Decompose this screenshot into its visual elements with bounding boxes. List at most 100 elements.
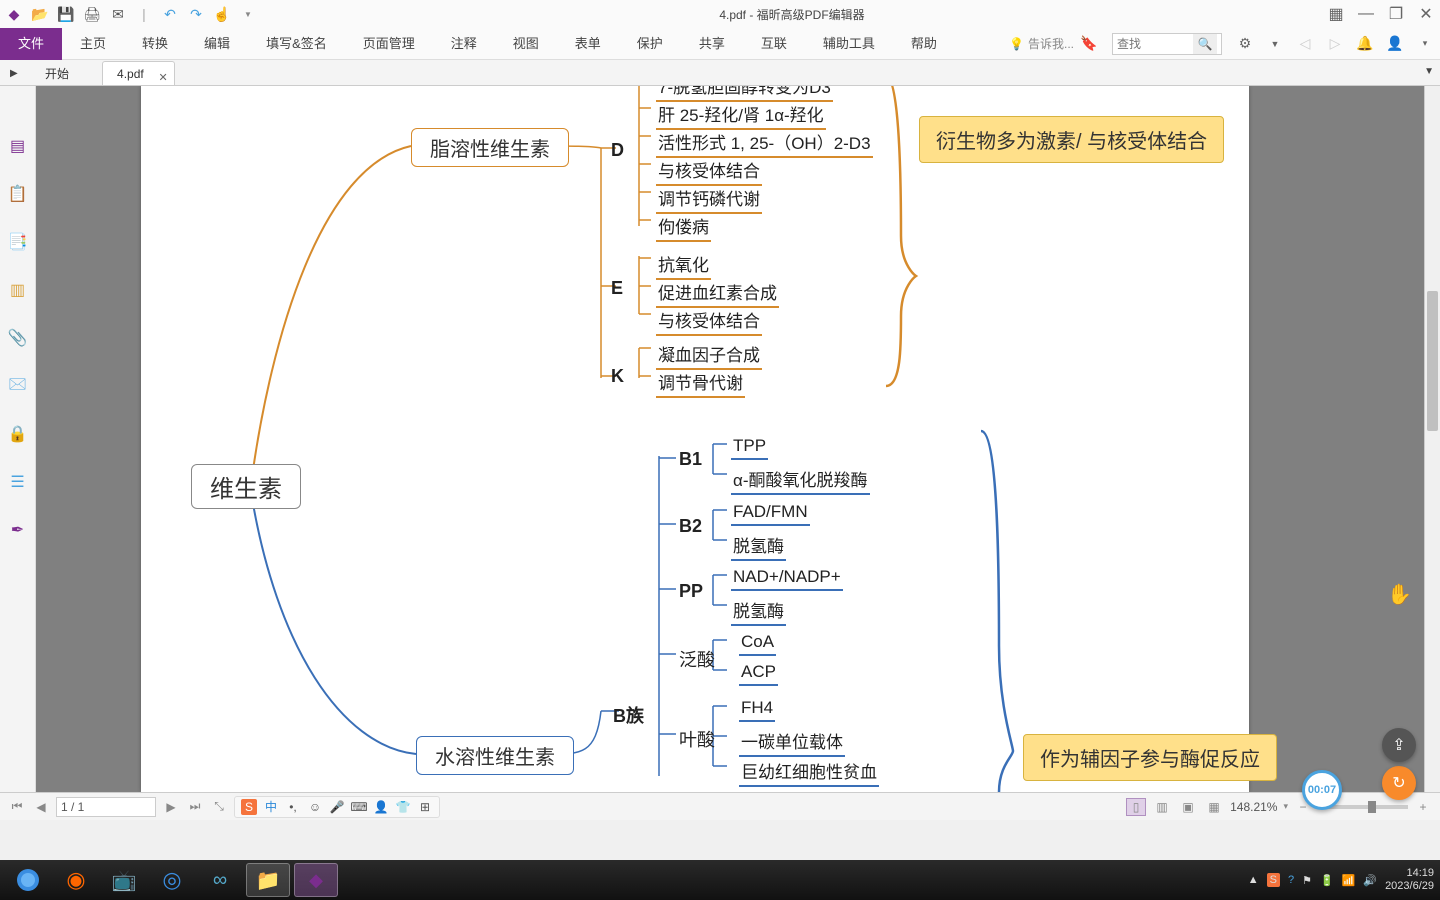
tray-flag-icon[interactable]: ⚑ [1302,874,1312,887]
ime-skin-icon[interactable]: 👕 [395,799,411,815]
ime-keyboard-icon[interactable]: ⌨ [351,799,367,815]
tray-volume-icon[interactable]: 🔊 [1363,874,1377,887]
tab-fillsign[interactable]: 填写&签名 [248,28,345,60]
task-foxit-icon[interactable]: ◆ [294,863,338,897]
task-firefox-icon[interactable]: ◉ [54,863,98,897]
task-edge-icon[interactable]: ◎ [150,863,194,897]
fields-panel-icon[interactable]: ☰ [8,472,28,492]
window-title: 4.pdf - 福昕高级PDF编辑器 [256,6,1328,23]
gear-icon[interactable]: ⚙ [1235,34,1255,54]
start-button[interactable] [6,863,50,897]
timer-badge[interactable]: 00:07 [1302,770,1342,810]
tab-pages[interactable]: 页面管理 [345,28,433,60]
user-icon[interactable]: 👤 [1385,34,1405,54]
page-number-field[interactable]: 1 / 1 [56,797,156,817]
leaf-fa2: 一碳单位载体 [739,727,845,757]
view-facing-icon[interactable]: ▣ [1178,798,1198,816]
bookmarks-panel-icon[interactable]: 📑 [8,232,28,252]
tag-icon[interactable]: 🔖 [1079,34,1099,54]
leaf-d3: 与核受体结合 [656,156,762,186]
tab-view[interactable]: 视图 [495,28,557,60]
next-page-icon[interactable]: ▶ [162,798,180,816]
ime-mic-icon[interactable]: 🎤 [329,799,345,815]
search-box[interactable]: 🔍 [1112,33,1222,55]
task-explorer-icon[interactable]: 📁 [246,863,290,897]
open-icon[interactable]: 📂 [32,6,48,22]
tab-form[interactable]: 表单 [557,28,619,60]
ime-logo-icon[interactable]: S [241,799,257,815]
float-usb-icon[interactable]: ⇪ [1382,728,1416,762]
view-continuous-facing-icon[interactable]: ▦ [1204,798,1224,816]
first-page-icon[interactable]: ⏮ [8,798,26,816]
task-bilibili-icon[interactable]: 📺 [102,863,146,897]
restore-icon[interactable]: ❐ [1388,6,1404,22]
ime-toolbox-icon[interactable]: ⊞ [417,799,433,815]
tab-file[interactable]: 文件 [0,28,62,60]
undo-icon[interactable]: ↶ [162,6,178,22]
print-icon[interactable]: 🖨 [84,6,100,22]
attachments-panel-icon[interactable]: 📎 [8,328,28,348]
tell-me[interactable]: 💡告诉我... [1009,35,1074,52]
zoom-in-icon[interactable]: + [1414,798,1432,816]
qrcode-icon[interactable]: ▦ [1328,6,1344,22]
view-single-icon[interactable]: ▯ [1126,798,1146,816]
clipboard-panel-icon[interactable]: 📋 [8,184,28,204]
document-canvas[interactable]: 维生素 脂溶性维生素 水溶性维生素 D E K B族 B1 B2 PP 泛酸 叶… [36,86,1424,792]
tab-connect[interactable]: 互联 [743,28,805,60]
ime-punct-icon[interactable]: •, [285,799,301,815]
tray-expand-icon[interactable]: ▲ [1248,874,1259,886]
scrollbar-thumb[interactable] [1427,291,1438,431]
pages-panel-icon[interactable]: ▤ [8,136,28,156]
ime-user-icon[interactable]: 👤 [373,799,389,815]
minimize-icon[interactable]: — [1358,6,1374,22]
chevron-down-icon[interactable]: ▼ [1265,34,1285,54]
user-dropdown-icon[interactable]: ▾ [1415,34,1435,54]
close-icon[interactable]: ✕ [1418,6,1434,22]
bell-icon[interactable]: 🔔 [1355,34,1375,54]
ime-lang[interactable]: 中 [263,799,279,815]
tab-protect[interactable]: 保护 [619,28,681,60]
view-continuous-icon[interactable]: ▥ [1152,798,1172,816]
security-panel-icon[interactable]: 🔒 [8,424,28,444]
doctab-active[interactable]: 4.pdf ✕ [102,61,175,85]
letter-folate: 叶酸 [679,726,715,752]
tab-accessibility[interactable]: 辅助工具 [805,28,893,60]
tray-battery-icon[interactable]: 🔋 [1320,874,1334,887]
zoom-slider-knob[interactable] [1368,801,1376,813]
prev-find-icon[interactable]: ◁ [1295,34,1315,54]
last-page-icon[interactable]: ⏭ [186,798,204,816]
redo-icon[interactable]: ↷ [188,6,204,22]
email-icon[interactable]: ✉ [110,6,126,22]
tab-help[interactable]: 帮助 [893,28,955,60]
sign-panel-icon[interactable]: ✒ [8,520,28,540]
tab-edit[interactable]: 编辑 [186,28,248,60]
tabs-expand-icon[interactable]: ▼ [1424,66,1434,77]
ime-emoji-icon[interactable]: ☺ [307,799,323,815]
qat-dropdown-icon[interactable]: ▼ [240,6,256,22]
tab-home[interactable]: 主页 [62,28,124,60]
tray-wifi-icon[interactable]: 📶 [1342,874,1356,887]
doctab-home[interactable]: 开始 [30,61,100,85]
tray-sogou-icon[interactable]: S [1267,873,1280,887]
zoom-dropdown-icon[interactable]: ▾ [1283,801,1288,812]
task-chat-icon[interactable]: ∞ [198,863,242,897]
vertical-scrollbar[interactable] [1424,86,1440,792]
node-root: 维生素 [191,464,301,509]
tray-clock[interactable]: 14:19 2023/6/29 [1385,867,1434,893]
tab-comment[interactable]: 注释 [433,28,495,60]
prev-page-icon[interactable]: ◀ [32,798,50,816]
leaf-b1b: α-酮酸氧化脱羧酶 [731,465,870,495]
tabs-caret-icon[interactable]: ▶ [10,68,18,79]
tray-help-icon[interactable]: ? [1288,874,1294,886]
tab-share[interactable]: 共享 [681,28,743,60]
float-action-icon[interactable]: ↻ [1382,766,1416,800]
search-input[interactable] [1113,37,1193,51]
save-icon[interactable]: 💾 [58,6,74,22]
tab-convert[interactable]: 转换 [124,28,186,60]
hand-icon[interactable]: ☝ [214,6,230,22]
signatures-panel-icon[interactable]: 🖂 [8,376,28,396]
reflow-icon[interactable]: ⤡ [210,798,228,816]
search-button[interactable]: 🔍 [1193,34,1217,54]
layers-panel-icon[interactable]: ▥ [8,280,28,300]
next-find-icon[interactable]: ▷ [1325,34,1345,54]
